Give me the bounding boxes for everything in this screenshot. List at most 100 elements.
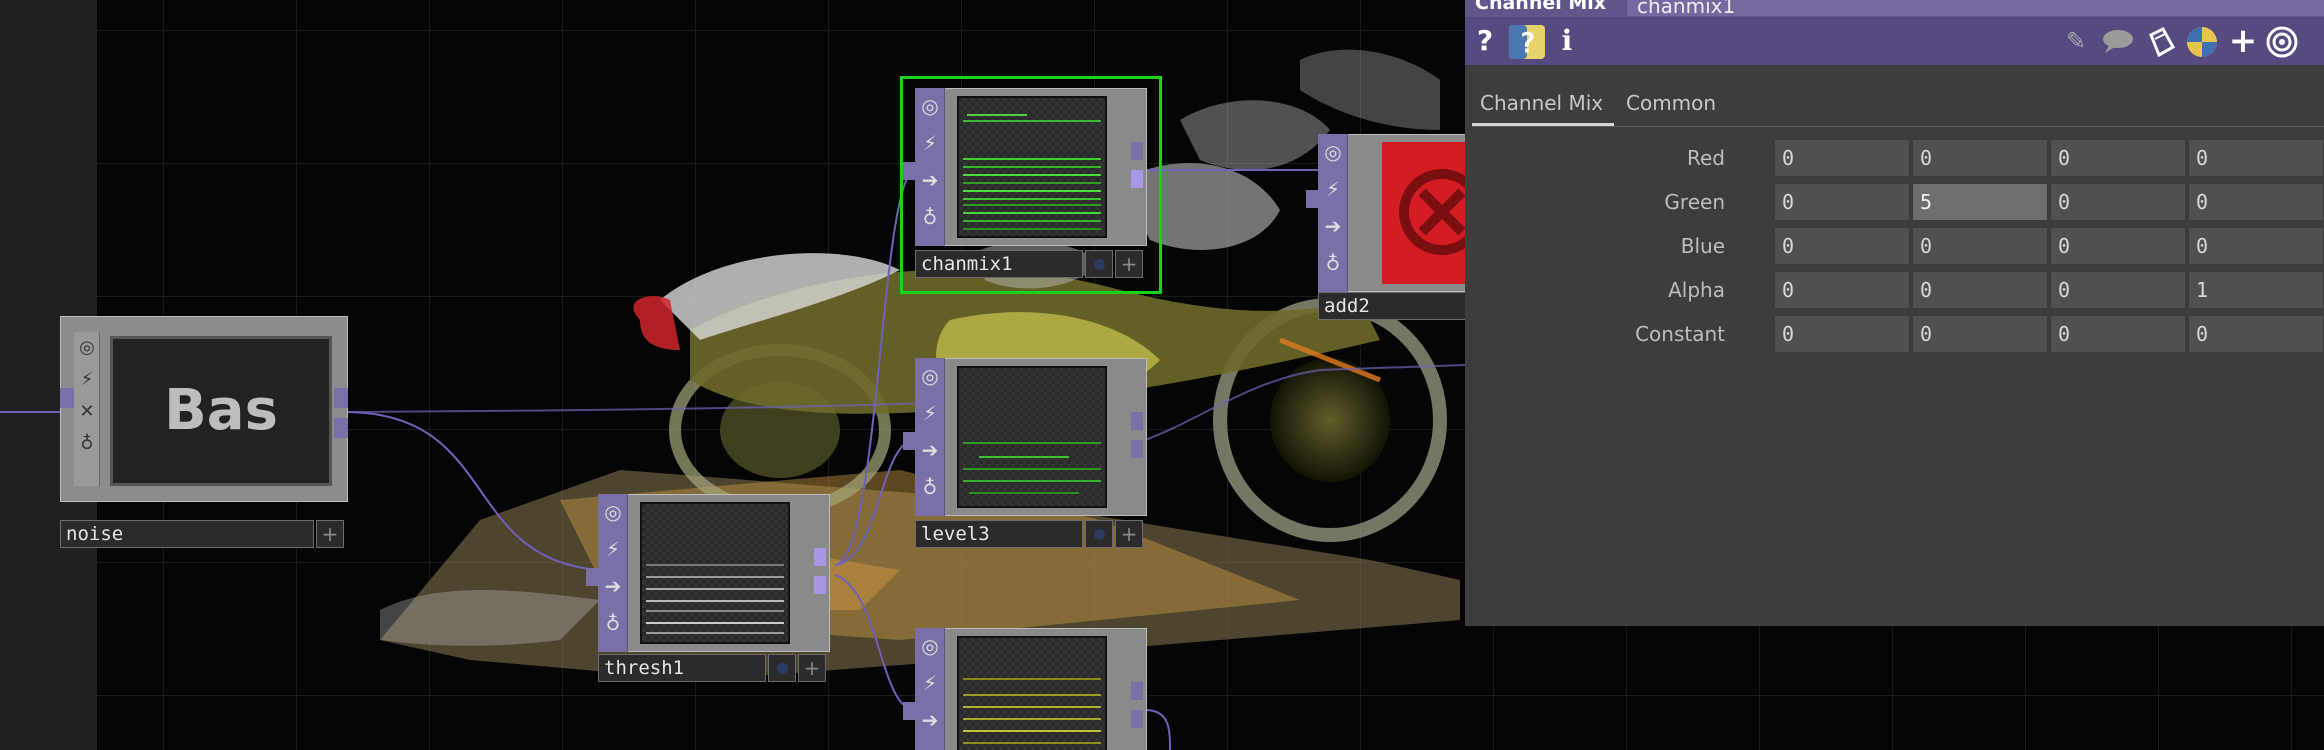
input-port[interactable] — [1306, 190, 1318, 208]
cook-icon[interactable]: ⚡ — [1318, 171, 1348, 208]
bypass-icon[interactable]: ✕ — [74, 396, 100, 428]
param-field[interactable]: 0 — [1912, 139, 2048, 177]
param-field-focused[interactable]: 5 — [1912, 183, 2048, 221]
node-level3[interactable]: ◎ ⚡ ➔ ♁ level3 + — [903, 358, 1155, 558]
comment-icon[interactable] — [2101, 25, 2135, 57]
output-port[interactable] — [1131, 440, 1143, 458]
output-port[interactable] — [1131, 412, 1143, 430]
param-field[interactable]: 0 — [1774, 271, 1910, 309]
input-port[interactable] — [903, 702, 915, 720]
node-viewer[interactable] — [957, 636, 1107, 750]
node-viewer[interactable] — [957, 96, 1107, 238]
bypass-arrow-icon[interactable]: ➔ — [1318, 208, 1348, 245]
param-field[interactable]: 0 — [1774, 315, 1910, 353]
bypass-arrow-icon[interactable]: ➔ — [915, 162, 945, 199]
node-name-label[interactable]: noise — [60, 520, 314, 548]
cook-icon[interactable]: ⚡ — [915, 665, 945, 702]
operator-name-field[interactable]: chanmix1 — [1627, 0, 2324, 18]
node-name-label[interactable]: chanmix1 — [915, 250, 1083, 278]
param-field[interactable]: 0 — [1912, 315, 2048, 353]
param-field[interactable]: 0 — [2188, 139, 2324, 177]
param-field[interactable]: 0 — [2050, 183, 2186, 221]
param-field[interactable]: 0 — [1774, 183, 1910, 221]
node-viewer-active-button[interactable] — [1085, 250, 1113, 278]
output-port[interactable] — [1131, 682, 1143, 700]
input-port[interactable] — [903, 432, 915, 450]
output-port[interactable] — [334, 418, 348, 438]
node-bottom[interactable]: ◎ ⚡ ➔ — [903, 628, 1155, 750]
node-sidebar[interactable]: ◎ ⚡ ✕ ♁ — [74, 332, 100, 486]
param-field[interactable]: 0 — [2188, 227, 2324, 265]
output-port[interactable] — [1131, 142, 1143, 160]
node-thresh1[interactable]: ◎ ⚡ ➔ ♁ thresh1 + — [586, 494, 838, 694]
node-sidebar[interactable]: ◎ ⚡ ➔ ♁ — [915, 358, 945, 516]
cook-icon[interactable]: ⚡ — [598, 531, 628, 568]
python-help-icon[interactable]: ? — [1509, 25, 1545, 59]
node-add-button[interactable]: + — [316, 520, 344, 548]
node-sidebar[interactable]: ◎ ⚡ ➔ ♁ — [915, 88, 945, 246]
bypass-arrow-icon[interactable]: ➔ — [915, 432, 945, 469]
wire-thresh-bottom[interactable] — [834, 574, 916, 711]
node-name-label[interactable]: thresh1 — [598, 654, 766, 682]
wire-thresh-level[interactable] — [834, 439, 916, 566]
lock-icon[interactable]: ♁ — [915, 469, 945, 506]
clipboard-icon[interactable] — [2145, 25, 2177, 58]
node-sidebar[interactable]: ◎ ⚡ ➔ ♁ — [1318, 134, 1348, 292]
node-chanmix1[interactable]: ◎ ⚡ ➔ ♁ chanmix1 + — [903, 88, 1155, 288]
param-field[interactable]: 0 — [1912, 271, 2048, 309]
param-field[interactable]: 1 — [2188, 271, 2324, 309]
node-add-button[interactable]: + — [1115, 520, 1143, 548]
output-port[interactable] — [814, 576, 826, 594]
cook-icon[interactable]: ⚡ — [915, 395, 945, 432]
python-icon[interactable] — [2185, 25, 2219, 57]
output-port[interactable] — [334, 388, 348, 408]
viewer-toggle-icon[interactable]: ◎ — [74, 332, 100, 364]
node-add-button[interactable]: + — [1115, 250, 1143, 278]
edit-icon[interactable]: ✎ — [2061, 25, 2091, 57]
viewer-toggle-icon[interactable]: ◎ — [1318, 134, 1348, 171]
target-icon[interactable] — [2265, 25, 2299, 58]
param-field[interactable]: 0 — [2050, 227, 2186, 265]
param-field[interactable]: 0 — [2188, 315, 2324, 353]
param-field[interactable]: 0 — [2050, 139, 2186, 177]
input-port[interactable] — [586, 568, 598, 586]
node-add-button[interactable]: + — [798, 654, 826, 682]
viewer-toggle-icon[interactable]: ◎ — [915, 358, 945, 395]
node-name-label[interactable]: level3 — [915, 520, 1083, 548]
node-viewer-active-button[interactable] — [1085, 520, 1113, 548]
tab-common[interactable]: Common — [1618, 86, 1728, 126]
cook-icon[interactable]: ⚡ — [74, 364, 100, 396]
output-port[interactable] — [814, 548, 826, 566]
node-viewer[interactable] — [957, 366, 1107, 508]
param-field[interactable]: 0 — [2050, 271, 2186, 309]
node-viewer[interactable]: Bas — [110, 336, 332, 486]
node-noise[interactable]: ◎ ⚡ ✕ ♁ Bas noise + — [60, 316, 350, 550]
param-field[interactable]: 0 — [1912, 227, 2048, 265]
parameter-panel[interactable]: Channel Mix chanmix1 ? ? i ✎ + Channel M… — [1465, 0, 2324, 626]
param-field[interactable]: 0 — [2050, 315, 2186, 353]
bypass-arrow-icon[interactable]: ➔ — [915, 702, 945, 739]
viewer-toggle-icon[interactable]: ◎ — [915, 628, 945, 665]
output-port[interactable] — [1131, 170, 1143, 188]
add-icon[interactable]: + — [2227, 24, 2259, 58]
lock-icon[interactable]: ♁ — [598, 605, 628, 642]
viewer-toggle-icon[interactable]: ◎ — [598, 494, 628, 531]
param-field[interactable]: 0 — [1774, 139, 1910, 177]
cook-icon[interactable]: ⚡ — [915, 125, 945, 162]
lock-icon[interactable]: ♁ — [74, 428, 100, 460]
network-editor[interactable]: ◎ ⚡ ✕ ♁ Bas noise + ◎ ⚡ ➔ ♁ chanmix1 + ◎… — [0, 0, 2324, 750]
lock-icon[interactable]: ♁ — [1318, 245, 1348, 282]
bypass-arrow-icon[interactable]: ➔ — [598, 568, 628, 605]
input-port[interactable] — [60, 388, 74, 408]
wire-noise-thresh[interactable] — [344, 411, 601, 571]
node-viewer-active-button[interactable] — [768, 654, 796, 682]
info-icon[interactable]: i — [1555, 25, 1579, 57]
param-field[interactable]: 0 — [1774, 227, 1910, 265]
node-sidebar[interactable]: ◎ ⚡ ➔ ♁ — [598, 494, 628, 652]
tab-channel-mix[interactable]: Channel Mix — [1472, 86, 1614, 126]
viewer-toggle-icon[interactable]: ◎ — [915, 88, 945, 125]
node-viewer[interactable] — [640, 502, 790, 644]
lock-icon[interactable]: ♁ — [915, 199, 945, 236]
output-port[interactable] — [1131, 710, 1143, 728]
input-port[interactable] — [903, 162, 915, 180]
